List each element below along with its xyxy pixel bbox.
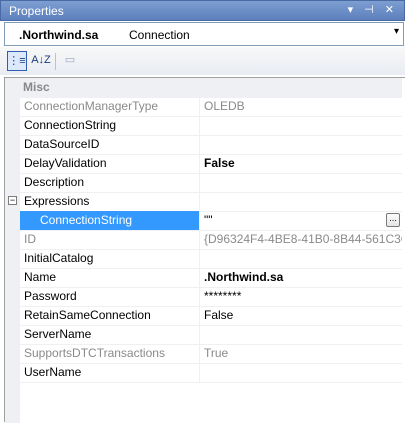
window-buttons[interactable]: ▾ ⊣ ✕ bbox=[348, 3, 398, 16]
property-grid: − Misc ConnectionManagerType OLEDB Conne… bbox=[4, 77, 405, 423]
ellipsis-button[interactable]: ... bbox=[386, 213, 400, 227]
property-value[interactable]: .Northwind.sa bbox=[199, 268, 402, 287]
panel-title: Properties bbox=[9, 4, 64, 18]
property-value[interactable] bbox=[199, 192, 402, 211]
property-label: ConnectionString bbox=[24, 118, 117, 132]
property-row[interactable]: InitialCatalog bbox=[5, 249, 402, 269]
property-row[interactable]: ServerName bbox=[5, 325, 402, 345]
property-value[interactable]: False bbox=[199, 154, 402, 173]
property-row[interactable]: ID {D96324F4-4BE8-41B0-8B44-561C3C53C bbox=[5, 230, 402, 250]
collapse-icon[interactable]: − bbox=[8, 196, 17, 205]
property-row[interactable]: ConnectionString bbox=[5, 116, 402, 136]
alphabetical-button[interactable]: A↓Z bbox=[31, 51, 51, 71]
property-label: ID bbox=[24, 232, 36, 246]
property-value[interactable] bbox=[199, 249, 402, 268]
property-label: Name bbox=[24, 270, 57, 284]
property-row[interactable]: Name .Northwind.sa bbox=[5, 268, 402, 288]
property-label: UserName bbox=[24, 365, 82, 379]
property-label: Password bbox=[24, 289, 77, 303]
category-label: Misc bbox=[5, 78, 402, 97]
title-bar: Properties ▾ ⊣ ✕ bbox=[0, 0, 405, 21]
property-label: ConnectionString bbox=[20, 211, 199, 230]
property-row[interactable]: UserName bbox=[5, 363, 402, 383]
property-label: ConnectionManagerType bbox=[24, 99, 159, 113]
property-value[interactable]: False bbox=[199, 306, 402, 325]
property-row[interactable]: ConnectionManagerType OLEDB bbox=[5, 97, 402, 117]
property-value: True bbox=[199, 344, 402, 363]
property-value[interactable] bbox=[199, 173, 402, 192]
property-label: InitialCatalog bbox=[24, 251, 94, 265]
property-row[interactable]: Password ******** bbox=[5, 287, 402, 307]
property-value[interactable] bbox=[199, 135, 402, 154]
property-label: DelayValidation bbox=[24, 156, 107, 170]
property-label: Description bbox=[24, 175, 85, 189]
property-value: OLEDB bbox=[199, 97, 402, 116]
properties-panel: Properties ▾ ⊣ ✕ .Northwind.sa Connectio… bbox=[0, 0, 405, 423]
property-row[interactable]: RetainSameConnection False bbox=[5, 306, 402, 326]
properties-toolbar: ⋮≡ A↓Z ▭ bbox=[0, 47, 405, 75]
dropdown-arrow-icon[interactable]: ▾ bbox=[394, 26, 399, 37]
object-name: .Northwind.sa bbox=[19, 28, 99, 42]
property-label: SupportsDTCTransactions bbox=[24, 346, 165, 360]
property-value[interactable]: ******** bbox=[199, 287, 402, 306]
property-label: Expressions bbox=[24, 194, 90, 208]
property-value[interactable] bbox=[199, 116, 402, 135]
property-value[interactable]: "" bbox=[199, 211, 402, 230]
object-type: Connection bbox=[129, 28, 190, 42]
property-value[interactable] bbox=[199, 363, 402, 382]
toolbar-separator bbox=[55, 53, 56, 70]
property-value: {D96324F4-4BE8-41B0-8B44-561C3C53C bbox=[199, 230, 402, 249]
property-row[interactable]: DelayValidation False bbox=[5, 154, 402, 174]
property-label: ServerName bbox=[24, 327, 92, 341]
property-row-selected[interactable]: ConnectionString "" ... bbox=[5, 211, 402, 231]
category-misc[interactable]: − Misc bbox=[5, 78, 402, 98]
property-row[interactable]: Description bbox=[5, 173, 402, 193]
property-label: RetainSameConnection bbox=[24, 308, 151, 322]
property-row[interactable]: DataSourceID bbox=[5, 135, 402, 155]
categorized-button[interactable]: ⋮≡ bbox=[7, 51, 27, 71]
property-row[interactable]: SupportsDTCTransactions True bbox=[5, 344, 402, 364]
property-pages-button[interactable]: ▭ bbox=[60, 51, 80, 71]
property-row-expressions[interactable]: − Expressions bbox=[5, 192, 402, 212]
property-label: DataSourceID bbox=[24, 137, 100, 151]
property-value[interactable] bbox=[199, 325, 402, 344]
object-selector-dropdown[interactable]: .Northwind.sa Connection ▾ bbox=[4, 22, 404, 46]
